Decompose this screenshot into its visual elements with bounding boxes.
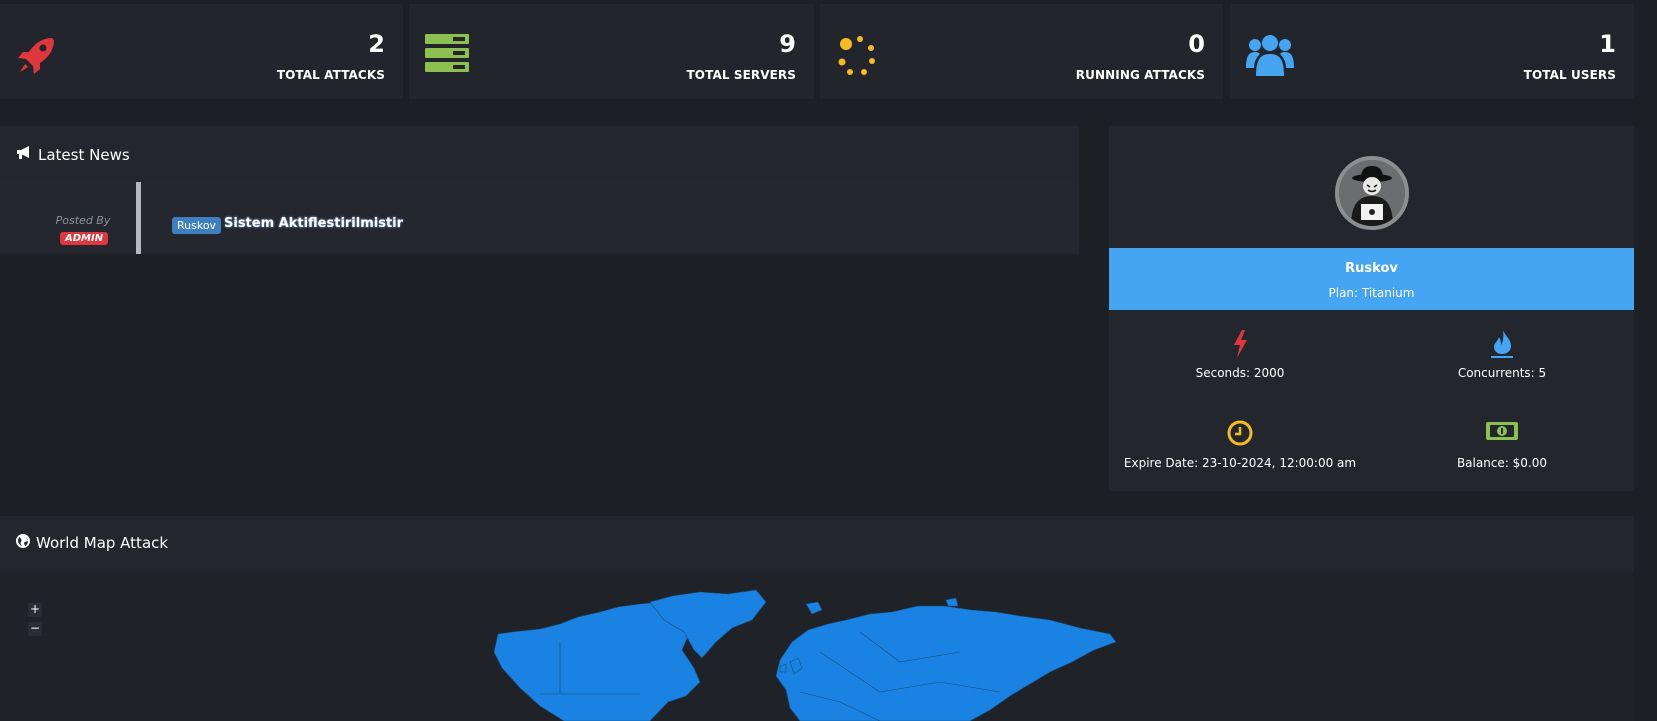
world-map-land <box>493 589 1117 721</box>
profile-plan: Plan: Titanium <box>1328 286 1415 300</box>
stat-value: 2 <box>368 30 385 58</box>
users-icon <box>1246 32 1294 80</box>
stat-card-total-servers: 9 TOTAL SERVERS <box>409 4 814 99</box>
stat-label: TOTAL ATTACKS <box>276 68 385 82</box>
world-map-title: World Map Attack <box>16 534 168 552</box>
world-map-label: World Map Attack <box>36 534 169 552</box>
flame-icon <box>1371 330 1633 358</box>
expire-text: Expire Date: 23-10-2024, 12:00:00 am <box>1123 456 1357 470</box>
stat-label: RUNNING ATTACKS <box>1075 68 1205 82</box>
stat-label: TOTAL SERVERS <box>686 68 796 82</box>
news-divider <box>136 182 141 254</box>
stat-card-total-users: 1 TOTAL USERS <box>1230 4 1634 99</box>
latest-news-panel: Latest News Posted By ADMIN Ruskov Siste… <box>0 126 1079 254</box>
news-item: Posted By ADMIN Ruskov Sistem Aktiflesti… <box>0 182 1079 254</box>
admin-badge: ADMIN <box>60 232 109 245</box>
stat-card-running-attacks: 0 RUNNING ATTACKS <box>820 4 1223 99</box>
globe-icon <box>16 534 30 552</box>
stat-value: 1 <box>1599 30 1616 58</box>
spinner-icon <box>836 34 880 82</box>
server-icon <box>425 34 469 76</box>
rocket-icon <box>16 34 58 80</box>
balance-text: Balance: $0.00 <box>1456 456 1548 470</box>
bolt-icon <box>1109 330 1371 358</box>
stat-value: 0 <box>1188 30 1205 58</box>
stat-value: 9 <box>779 30 796 58</box>
seconds-text: Seconds: 2000 <box>1195 366 1285 380</box>
balance-stat: Balance: $0.00 <box>1371 420 1633 470</box>
latest-news-title: Latest News <box>16 146 130 164</box>
news-text: Sistem Aktiflestirilmistir <box>224 216 404 231</box>
money-icon <box>1371 420 1633 448</box>
seconds-stat: Seconds: 2000 <box>1109 330 1371 380</box>
avatar <box>1335 156 1409 230</box>
profile-band: Ruskov Plan: Titanium <box>1109 248 1634 310</box>
profile-name: Ruskov <box>1345 261 1398 276</box>
bullhorn-icon <box>16 146 32 164</box>
world-map[interactable]: + − <box>0 572 1634 721</box>
author-chip: Ruskov <box>172 217 222 234</box>
world-map-panel: World Map Attack + − <box>0 516 1634 721</box>
concurrents-stat: Concurrents: 5 <box>1371 330 1633 380</box>
expire-stat: Expire Date: 23-10-2024, 12:00:00 am <box>1109 420 1371 470</box>
posted-by-label: Posted By <box>55 214 111 227</box>
stat-label: TOTAL USERS <box>1523 68 1616 82</box>
world-map-header: World Map Attack <box>0 516 1634 572</box>
stat-card-total-attacks: 2 TOTAL ATTACKS <box>0 4 403 99</box>
dashboard: 2 TOTAL ATTACKS 9 TOTAL SERVERS 0 RUNNIN… <box>0 0 1657 721</box>
concurrents-text: Concurrents: 5 <box>1457 366 1547 380</box>
latest-news-label: Latest News <box>38 146 130 164</box>
clock-icon <box>1109 420 1371 448</box>
profile-panel: Ruskov Plan: Titanium Seconds: 2000 Conc… <box>1109 126 1634 491</box>
